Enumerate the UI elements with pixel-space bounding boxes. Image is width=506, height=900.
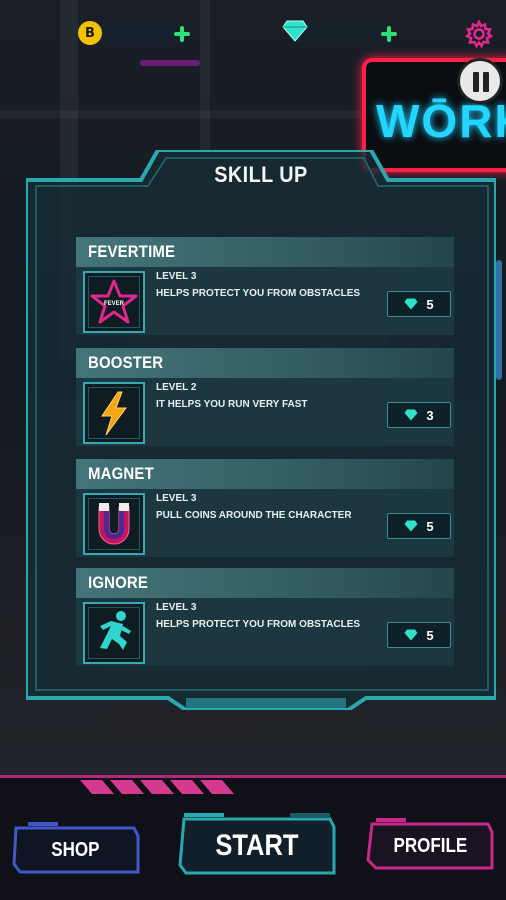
gear-icon[interactable]	[465, 20, 493, 48]
gem-icon	[404, 298, 418, 310]
gem-icon	[282, 20, 308, 42]
upgrade-button-ignore[interactable]: 5	[387, 622, 451, 648]
skill-card-header: IGNORE	[76, 568, 454, 598]
skill-level: LEVEL 3	[156, 493, 197, 504]
coin-counter	[100, 24, 180, 42]
upgrade-cost: 5	[426, 627, 434, 643]
upgrade-cost: 5	[426, 518, 434, 534]
skill-description: PULL COINS AROUND THE CHARACTER	[156, 510, 352, 521]
shop-button[interactable]: SHOP	[10, 822, 140, 878]
upgrade-cost: 5	[426, 296, 434, 312]
skill-description: IT HELPS YOU RUN VERY FAST	[156, 399, 308, 410]
skill-description: HELPS PROTECT YOU FROM OBSTACLES	[156, 288, 361, 299]
gem-icon	[404, 629, 418, 641]
profile-label: PROFILE	[393, 834, 467, 857]
skill-name: FEVERTIME	[88, 242, 176, 261]
add-gems-button[interactable]	[380, 25, 398, 43]
skill-card-header: BOOSTER	[76, 348, 454, 378]
magnet-icon	[83, 493, 145, 555]
start-button[interactable]: START	[178, 813, 336, 879]
skill-card-ignore: IGNORE LEVEL 3 HELPS PROTECT YOU FROM OB…	[76, 568, 454, 666]
skill-level: LEVEL 3	[156, 602, 197, 613]
decorative-stripes	[80, 780, 234, 794]
add-coins-button[interactable]	[173, 25, 191, 43]
upgrade-button-magnet[interactable]: 5	[387, 513, 451, 539]
skill-level: LEVEL 2	[156, 382, 197, 393]
upgrade-button-booster[interactable]: 3	[387, 402, 451, 428]
star-icon: FEVER	[83, 271, 145, 333]
svg-text:FEVER: FEVER	[104, 301, 125, 307]
skill-card-header: FEVERTIME	[76, 237, 454, 267]
coin-icon: B	[78, 21, 102, 45]
start-label: START	[215, 829, 299, 862]
lightning-icon	[83, 382, 145, 444]
skill-card-header: MAGNET	[76, 459, 454, 489]
skill-name: BOOSTER	[88, 353, 164, 372]
profile-button[interactable]: PROFILE	[366, 818, 494, 874]
skill-card-magnet: MAGNET LEVEL 3 PULL COINS AROUND THE CHA…	[76, 459, 454, 557]
skill-description: HELPS PROTECT YOU FROM OBSTACLES	[156, 619, 361, 630]
upgrade-cost: 3	[426, 407, 434, 423]
running-man-icon	[83, 602, 145, 664]
shop-label: SHOP	[50, 838, 100, 861]
skill-name: IGNORE	[88, 573, 149, 592]
pause-button[interactable]	[457, 58, 503, 104]
skill-card-booster: BOOSTER LEVEL 2 IT HELPS YOU RUN VERY FA…	[76, 348, 454, 446]
skill-name: MAGNET	[88, 464, 154, 483]
dialog-title: SKILL UP	[214, 162, 308, 187]
skill-card-fevertime: FEVERTIME FEVER LEVEL 3 HELPS PROTECT YO…	[76, 237, 454, 335]
gem-icon	[404, 409, 418, 421]
upgrade-button-fevertime[interactable]: 5	[387, 291, 451, 317]
skill-level: LEVEL 3	[156, 271, 197, 282]
gem-icon	[404, 520, 418, 532]
